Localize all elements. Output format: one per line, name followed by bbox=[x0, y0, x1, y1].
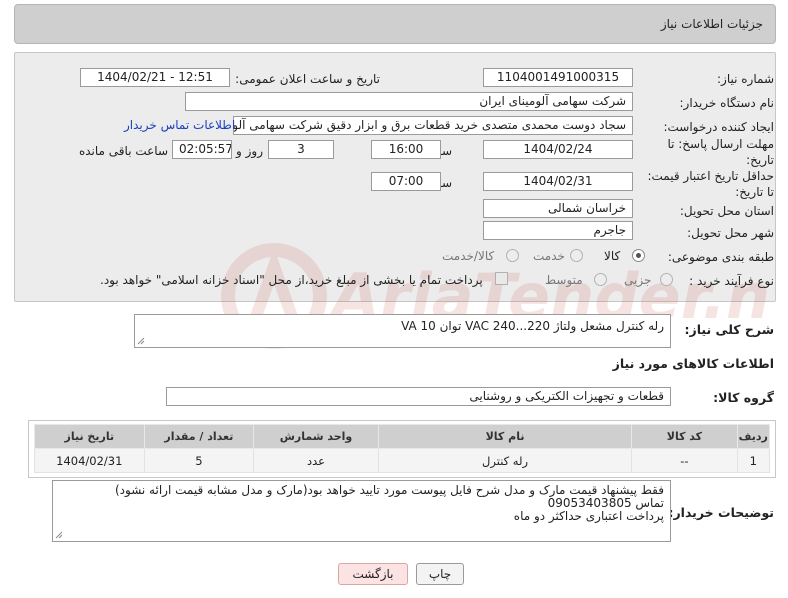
buyer-org-label: نام دستگاه خریدار: bbox=[679, 96, 775, 110]
cell-unit: عدد bbox=[253, 448, 379, 473]
buyer-org-field: شرکت سهامی آلومینای ایران bbox=[185, 92, 633, 111]
process-option-minor: جزیی bbox=[624, 273, 652, 287]
buyer-notes-box: فقط پیشنهاد قیمت مارک و مدل شرح فایل پیو… bbox=[52, 480, 671, 542]
delivery-city-field: جاجرم bbox=[483, 221, 633, 240]
col-header-need-date: تاریخ نیاز bbox=[34, 424, 145, 449]
category-radio-service[interactable] bbox=[570, 249, 583, 262]
col-header-unit: واحد شمارش bbox=[253, 424, 379, 449]
reply-deadline-time-field: 16:00 bbox=[371, 140, 441, 159]
print-button[interactable]: چاپ bbox=[416, 563, 464, 585]
remaining-days-label: روز و bbox=[236, 144, 263, 158]
need-number-field: 1104001491000315 bbox=[483, 68, 633, 87]
cell-need-date: 1404/02/31 bbox=[34, 448, 145, 473]
goods-table: ردیف کد کالا نام کالا واحد شمارش تعداد /… bbox=[34, 424, 771, 473]
back-button[interactable]: بازگشت bbox=[338, 563, 408, 585]
process-radio-medium[interactable] bbox=[594, 273, 607, 286]
goods-table-header-row: ردیف کد کالا نام کالا واحد شمارش تعداد /… bbox=[34, 424, 771, 449]
buyer-note-line-3: پرداخت اعتباری حداکثر دو ماه bbox=[513, 509, 664, 523]
col-header-quantity: تعداد / مقدار bbox=[143, 424, 255, 449]
cell-goods-code: -- bbox=[631, 448, 738, 473]
need-description-box: رله کنترل مشعل ولتاژ VAC 240...220 توان … bbox=[134, 314, 671, 348]
col-header-goods-code: کد کالا bbox=[631, 424, 738, 449]
need-number-label: شماره نیاز: bbox=[717, 72, 774, 86]
delivery-province-field: خراسان شمالی bbox=[483, 199, 633, 218]
requester-label: ایجاد کننده درخواست: bbox=[663, 120, 774, 134]
goods-info-title: اطلاعات کالاهای مورد نیاز bbox=[612, 356, 774, 371]
category-option-goods-service: کالا/خدمت bbox=[442, 249, 495, 263]
remaining-time-field: 02:05:57 bbox=[172, 140, 232, 159]
category-option-goods: کالا bbox=[604, 249, 621, 263]
resize-grip-icon[interactable] bbox=[137, 337, 145, 345]
reply-deadline-label: مهلت ارسال پاسخ: تا تاریخ: bbox=[667, 137, 774, 167]
price-validity-time-field: 07:00 bbox=[371, 172, 441, 191]
cell-goods-name: رله کنترل bbox=[377, 448, 633, 473]
buyer-contact-link[interactable]: اطلاعات تماس خریدار bbox=[124, 118, 235, 132]
goods-group-field: قطعات و تجهیزات الکتریکی و روشنایی bbox=[166, 387, 671, 406]
announce-datetime-field: 1404/02/21 - 12:51 bbox=[80, 68, 230, 87]
need-description-label: شرح کلی نیاز: bbox=[684, 322, 774, 337]
buyer-notes-label: توضیحات خریدار: bbox=[668, 505, 774, 520]
purchase-process-label: نوع فرآیند خرید : bbox=[689, 274, 774, 288]
announce-datetime-label: تاریخ و ساعت اعلان عمومی: bbox=[235, 72, 380, 86]
process-radio-minor[interactable] bbox=[660, 273, 673, 286]
table-row: 1 -- رله کنترل عدد 5 1404/02/31 bbox=[34, 448, 771, 473]
category-label: طبقه بندی موضوعی: bbox=[667, 250, 774, 264]
col-header-goods-name: نام کالا bbox=[377, 424, 633, 449]
cell-row-number: 1 bbox=[736, 448, 771, 473]
page-title: جزئیات اطلاعات نیاز bbox=[660, 17, 763, 31]
price-validity-label: حداقل تاریخ اعتبار قیمت: تا تاریخ: bbox=[647, 169, 774, 199]
category-option-service: خدمت bbox=[533, 249, 565, 263]
requester-field: سجاد دوست محمدی متصدی خرید قطعات برق و ا… bbox=[233, 116, 633, 135]
resize-grip-icon[interactable] bbox=[55, 531, 63, 539]
category-radio-goods[interactable] bbox=[632, 249, 645, 262]
process-option-medium: متوسط bbox=[545, 273, 583, 287]
goods-group-label: گروه کالا: bbox=[713, 390, 774, 405]
remaining-days-field: 3 bbox=[268, 140, 334, 159]
col-header-row-number: ردیف bbox=[736, 424, 771, 449]
treasury-payment-checkbox[interactable] bbox=[495, 272, 508, 285]
need-description-text: رله کنترل مشعل ولتاژ VAC 240...220 توان … bbox=[401, 319, 664, 333]
remaining-time-label: ساعت باقی مانده bbox=[78, 144, 168, 158]
treasury-payment-note: پرداخت تمام یا بخشی از مبلغ خرید،از محل … bbox=[100, 273, 483, 287]
reply-deadline-date-field: 1404/02/24 bbox=[483, 140, 633, 159]
category-radio-goods-service[interactable] bbox=[506, 249, 519, 262]
price-validity-date-field: 1404/02/31 bbox=[483, 172, 633, 191]
cell-quantity: 5 bbox=[143, 448, 255, 473]
page-header: جزئیات اطلاعات نیاز bbox=[14, 4, 776, 44]
delivery-city-label: شهر محل تحویل: bbox=[687, 226, 774, 240]
delivery-province-label: استان محل تحویل: bbox=[679, 204, 774, 218]
